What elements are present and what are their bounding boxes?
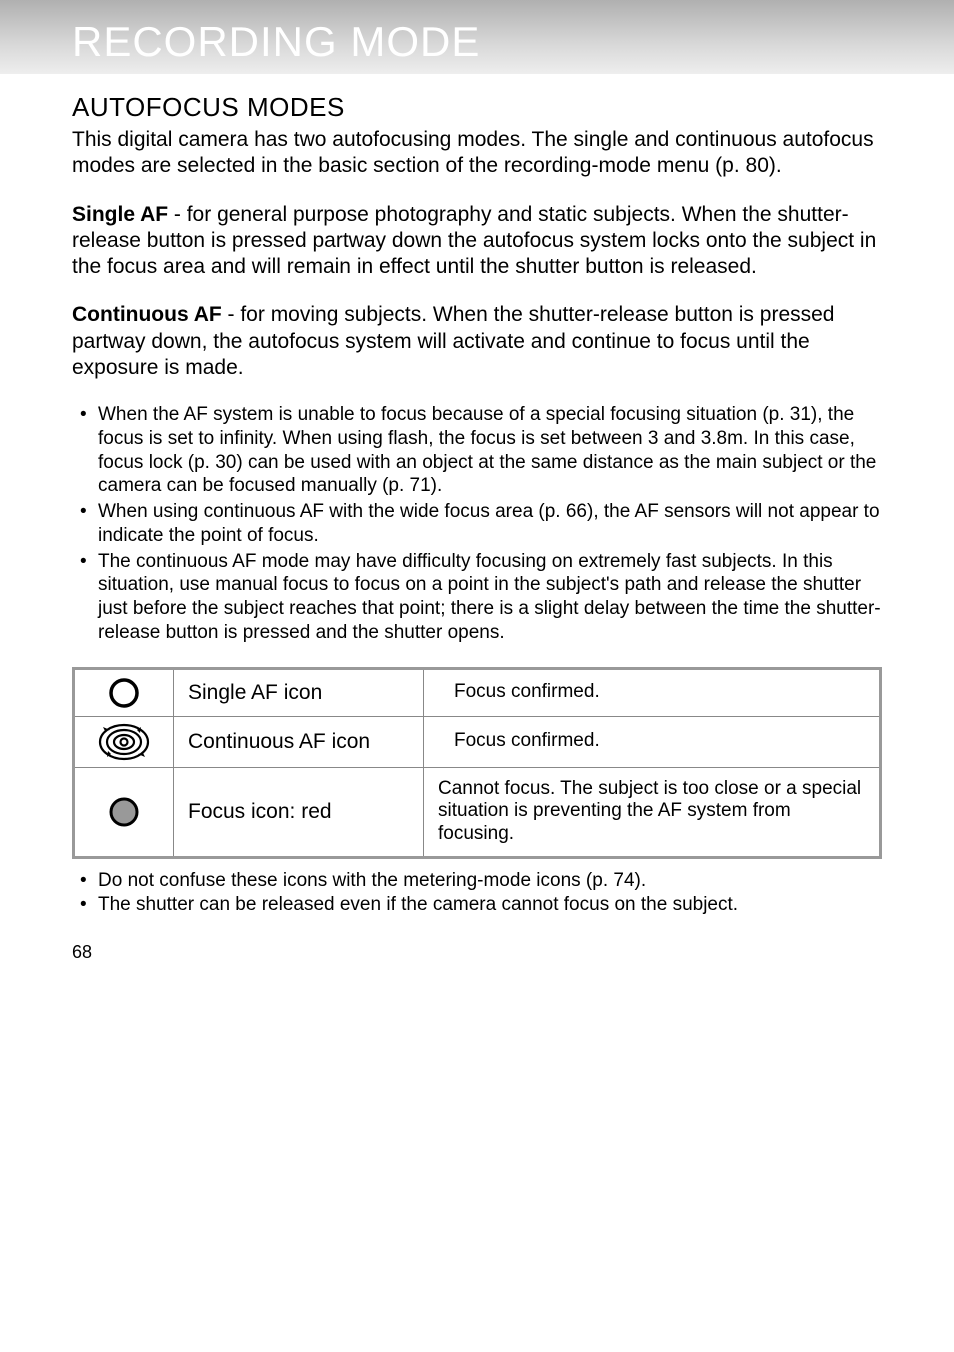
bullet-item: When the AF system is unable to focus be… [76,403,882,498]
single-af-text: - for general purpose photography and st… [72,203,876,279]
page-number: 68 [72,942,882,963]
note-item: The shutter can be released even if the … [76,893,882,917]
row1-label: Single AF icon [174,668,424,716]
table-row: Focus icon: red Cannot focus. The subjec… [74,767,881,857]
row3-label: Focus icon: red [174,767,424,857]
intro-paragraph: This digital camera has two autofocusing… [72,127,882,180]
table-row: Single AF icon Focus confirmed. [74,668,881,716]
table-row: Continuous AF icon Focus confirmed. [74,716,881,767]
row2-desc: Focus confirmed. [424,716,881,767]
single-af-label: Single AF [72,203,168,226]
section-title: AUTOFOCUS MODES [72,92,882,123]
single-af-icon [74,668,174,716]
page-header-title: RECORDING MODE [72,18,882,66]
focus-red-icon [74,767,174,857]
single-af-paragraph: Single AF - for general purpose photogra… [72,202,882,281]
note-bullets: Do not confuse these icons with the mete… [72,869,882,917]
row3-desc: Cannot focus. The subject is too close o… [424,767,881,857]
page-header: RECORDING MODE [0,0,954,74]
bullet-item: The continuous AF mode may have difficul… [76,550,882,645]
page-content: AUTOFOCUS MODES This digital camera has … [0,74,954,963]
condition-bullets: When the AF system is unable to focus be… [72,403,882,645]
bullet-item: When using continuous AF with the wide f… [76,500,882,548]
focus-icon-table: Single AF icon Focus confirmed. Continuo… [72,667,882,859]
note-item: Do not confuse these icons with the mete… [76,869,882,893]
continuous-af-icon [74,716,174,767]
continuous-af-paragraph: Continuous AF - for moving subjects. Whe… [72,302,882,381]
row1-desc: Focus confirmed. [424,668,881,716]
row2-label: Continuous AF icon [174,716,424,767]
continuous-af-label: Continuous AF [72,303,222,326]
